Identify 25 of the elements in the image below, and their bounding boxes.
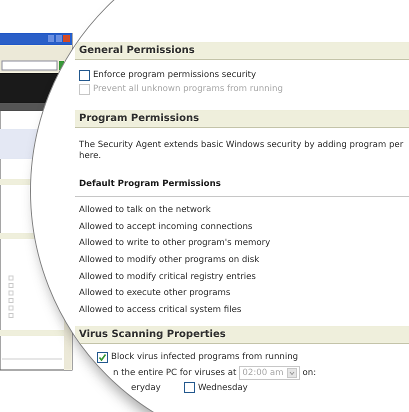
permission-label: Allowed to execute other programs <box>78 287 232 300</box>
permission-label: Allowed to write to other program's memory <box>78 237 272 250</box>
option-label: on: <box>302 368 316 378</box>
checkbox[interactable] <box>184 382 195 394</box>
option-label: Prevent all unknown programs from running <box>93 84 283 94</box>
permission-label: Allowed to modify critical registry entries <box>78 270 257 284</box>
time-dropdown[interactable]: 02:00 am <box>239 366 300 380</box>
permission-label: Allowed to access critical system files <box>78 304 242 317</box>
section-header: Program Permissions <box>75 110 409 128</box>
option-label: Block virus infected programs from running <box>111 352 298 362</box>
caret-icon <box>286 368 297 378</box>
permission-label: Allowed to modify other programs on disk <box>78 254 260 268</box>
option-label: Wednesday <box>198 382 248 393</box>
permission-label: Allowed to accept incoming connections <box>78 220 254 234</box>
option-label: eryday <box>131 382 162 393</box>
subsection-title: Default Program Permissions <box>75 170 409 197</box>
description-text: The Security Agent extends basic Windows security by adding program per <box>78 140 404 151</box>
permission-label: Allowed to talk on the network <box>78 204 212 218</box>
option-label: n the entire PC for viruses at <box>113 368 236 378</box>
option-label: Enforce program permissions security <box>93 70 256 80</box>
section-header: Virus Scanning Properties <box>75 326 409 344</box>
description-text: here. <box>78 151 102 162</box>
checkbox[interactable] <box>97 352 108 363</box>
section-header: General Permissions <box>75 42 409 60</box>
checkbox[interactable] <box>79 70 90 80</box>
